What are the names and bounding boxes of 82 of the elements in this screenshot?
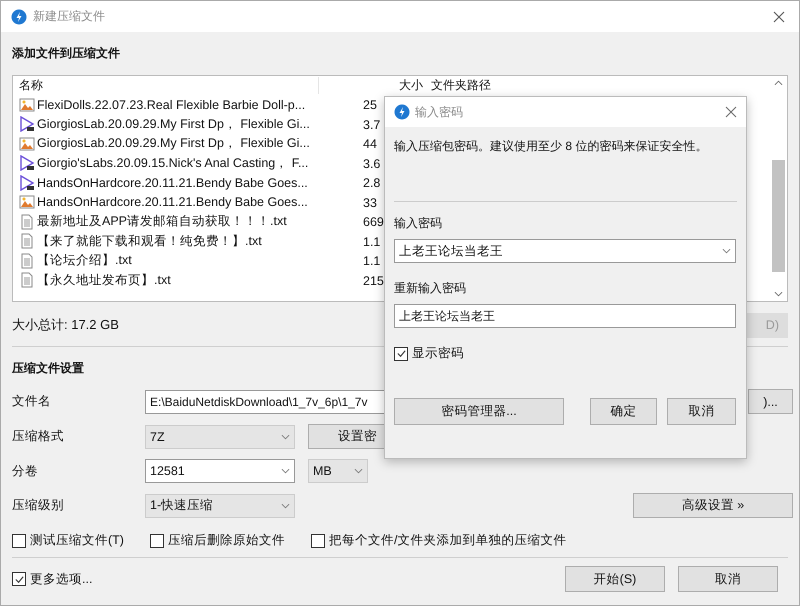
total-size: 大小总计: 17.2 GB	[12, 316, 119, 334]
checkbox-label: 压缩后删除原始文件	[168, 532, 285, 549]
field-label: 压缩级别	[12, 497, 65, 514]
password-combobox[interactable]: 上老王论坛当老王	[394, 239, 736, 263]
chevron-down-icon	[281, 502, 290, 508]
confirm-password-field[interactable]: 上老王论坛当老王	[394, 304, 736, 328]
dialog-message: 输入压缩包密码。建议使用至少 8 位的密码来保证安全性。	[394, 138, 708, 155]
app-icon	[394, 104, 410, 120]
file-name: FlexiDolls.22.07.23.Real Flexible Barbie Doll-p...	[37, 98, 306, 112]
field-label: 重新输入密码	[394, 280, 467, 297]
section-heading: 压缩文件设置	[12, 360, 85, 377]
cancel-button[interactable]: 取消	[667, 398, 736, 425]
text-file-icon	[19, 233, 35, 250]
field-label: 文件名	[12, 393, 52, 410]
checkbox[interactable]	[12, 534, 26, 548]
file-name: 【论坛介绍】.txt	[37, 252, 132, 270]
file-name: Giorgio'sLabs.20.09.15.Nick's Anal Casting， F...	[37, 154, 308, 172]
file-size: 44	[363, 137, 377, 152]
file-size: 2.8	[363, 176, 380, 190]
close-icon[interactable]	[725, 106, 737, 118]
column-header[interactable]: 大小	[363, 77, 431, 94]
text-file-icon	[19, 252, 35, 269]
set-password-button[interactable]: 设置密	[308, 424, 386, 449]
file-size: 1.1	[363, 234, 380, 249]
field-label: 压缩格式	[12, 428, 65, 445]
file-name: GiorgiosLab.20.09.29.My First Dp， Flexible Gi...	[37, 116, 310, 133]
close-icon[interactable]	[773, 10, 785, 22]
file-name: GiorgiosLab.20.09.29.My First Dp， Flexible Gi...	[37, 135, 310, 152]
file-size: 3.7	[363, 118, 380, 132]
file-name: HandsOnHardcore.20.11.21.Bendy Babe Goes...	[37, 195, 308, 210]
advanced-settings-button[interactable]: 高级设置 »	[633, 493, 793, 518]
dialog-button[interactable]: 开始(S)	[565, 566, 665, 592]
checkbox-label: 更多选项...	[30, 570, 92, 588]
file-name: HandsOnHardcore.20.11.21.Bendy Babe Goes...	[37, 176, 308, 190]
video-file-icon	[19, 116, 35, 132]
scroll-down-icon[interactable]	[774, 291, 783, 297]
text-file-icon	[19, 214, 35, 230]
video-file-icon	[19, 155, 35, 172]
image-file-icon	[19, 136, 35, 152]
section-heading: 添加文件到压缩文件	[12, 45, 121, 62]
file-name: 最新地址及APP请发邮箱自动获取！！！.txt	[37, 213, 287, 230]
file-size: 25	[363, 98, 377, 112]
text-file-icon	[19, 272, 35, 288]
checkbox-label: 测试压缩文件(T)	[30, 532, 124, 549]
checkbox[interactable]	[12, 572, 26, 586]
checkbox[interactable]	[310, 534, 325, 548]
file-size: 669	[363, 215, 384, 230]
video-file-icon	[19, 174, 35, 191]
field-label: 输入密码	[394, 215, 443, 232]
file-size: 33	[363, 196, 377, 210]
file-size: 3.6	[363, 156, 380, 171]
checkbox-label: 把每个文件/文件夹添加到单独的压缩文件	[328, 532, 566, 549]
unit-dropdown[interactable]: MB	[308, 459, 368, 483]
chevron-down-icon	[281, 468, 290, 474]
field-label: 分卷	[12, 462, 39, 480]
dialog-button[interactable]: 取消	[678, 566, 778, 592]
image-file-icon	[19, 194, 35, 210]
file-name: 【永久地址发布页】.txt	[37, 272, 171, 289]
checkmark-icon	[14, 574, 24, 584]
browse-button[interactable]: )...	[748, 389, 793, 414]
checkmark-icon	[396, 348, 406, 359]
password-manager-button[interactable]: 密码管理器...	[394, 398, 564, 425]
file-name: 【来了就能下载和观看！纯免费！】.txt	[37, 232, 262, 250]
image-file-icon	[19, 96, 35, 113]
ok-button[interactable]: 确定	[590, 398, 657, 425]
chevron-down-icon	[354, 468, 363, 474]
scroll-up-icon[interactable]	[774, 80, 783, 86]
file-size: 215	[363, 274, 384, 288]
checkbox-label: 显示密码	[412, 345, 464, 362]
chevron-down-icon	[281, 434, 290, 440]
app-icon	[11, 8, 27, 24]
split-size-combobox[interactable]: 12581	[145, 459, 295, 483]
column-header[interactable]: 文件夹路径	[431, 77, 491, 94]
column-header[interactable]: 名称	[13, 77, 319, 94]
dialog-title: 输入密码	[415, 104, 463, 120]
level-dropdown[interactable]: 1-快速压缩	[145, 494, 295, 518]
chevron-down-icon	[722, 248, 731, 254]
checkbox[interactable]	[394, 346, 408, 360]
file-size: 1.1	[363, 254, 380, 268]
checkbox[interactable]	[150, 534, 164, 548]
format-dropdown[interactable]: 7Z	[145, 424, 295, 448]
window-title: 新建压缩文件	[33, 8, 105, 25]
